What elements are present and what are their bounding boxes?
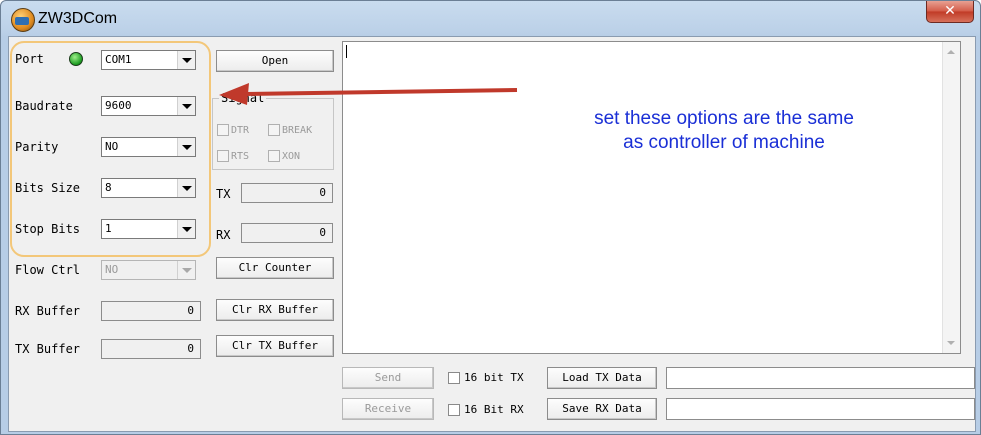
close-icon[interactable]: ✕ (944, 3, 956, 19)
title-bar: ZW3DCom ✕ (1, 1, 980, 36)
close-button[interactable]: ✕ (926, 1, 974, 23)
annotation-text: set these options are the same as contro… (529, 107, 919, 155)
annotation-arrow-icon (219, 83, 518, 105)
annotation-line-2: as controller of machine (623, 132, 825, 153)
app-icon (11, 8, 35, 32)
app-window: ZW3DCom ✕ Port COM1 Open Baudrate 9600 P… (0, 0, 981, 435)
client-area: Port COM1 Open Baudrate 9600 Parity NO B… (8, 36, 976, 432)
annotation-line-1: set these options are the same (594, 108, 854, 129)
window-title: ZW3DCom (38, 10, 118, 27)
